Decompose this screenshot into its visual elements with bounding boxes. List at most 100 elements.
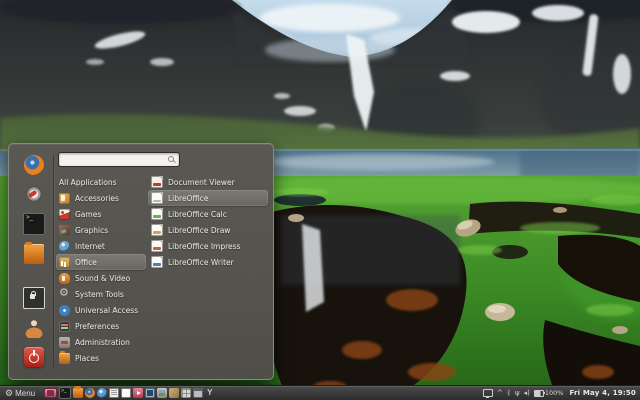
user-icon [24, 318, 44, 338]
image-viewer-icon [157, 388, 167, 398]
category-item-system-tools[interactable]: System Tools [56, 286, 146, 302]
universal-access-icon [59, 305, 70, 316]
writer-icon [151, 256, 163, 268]
notifications-caret-icon[interactable]: ^ [497, 387, 503, 399]
category-item-all-applications[interactable]: All Applications [56, 174, 146, 190]
firefox-icon [24, 155, 44, 175]
system-tools-icon [59, 289, 70, 300]
calc-icon [151, 208, 163, 220]
folder-icon [24, 244, 44, 264]
launcher-firefox[interactable] [85, 388, 95, 398]
display-tray-icon[interactable] [483, 389, 493, 397]
bottom-panel: ⚙ Menu ^ ᛒ ψ ◂) [0, 385, 640, 400]
office-icon [59, 257, 70, 268]
accessories-icon [59, 193, 70, 204]
document-viewer-icon [151, 176, 163, 188]
network-icon[interactable]: ψ [515, 387, 520, 399]
search-box[interactable] [58, 152, 180, 167]
packages-icon [169, 388, 179, 398]
launcher-show-desktop[interactable] [44, 388, 57, 398]
category-item-graphics[interactable]: Graphics [56, 222, 146, 238]
launcher-packages[interactable] [169, 388, 179, 398]
sidebar-button-lock-screen[interactable] [22, 287, 46, 309]
category-item-internet[interactable]: Internet [56, 238, 146, 254]
category-list: All Applications Accessories Games Graph… [56, 174, 146, 366]
impress-icon [151, 240, 163, 252]
app-item-libreoffice-draw[interactable]: LibreOffice Draw [148, 222, 268, 238]
places-icon [59, 353, 70, 364]
menu-button-label: Menu [15, 389, 35, 398]
category-item-games[interactable]: Games [56, 206, 146, 222]
category-item-sound-video[interactable]: Sound & Video [56, 270, 146, 286]
terminal-icon [23, 213, 45, 235]
libreoffice-icon [151, 192, 163, 204]
folder-icon [73, 388, 83, 398]
bluetooth-icon[interactable]: ᛒ [507, 387, 511, 399]
clock[interactable]: Fri May 4, 19:50 [567, 389, 636, 397]
launcher-file-manager[interactable] [73, 388, 83, 398]
show-desktop-icon [44, 388, 57, 398]
administration-icon [59, 337, 70, 348]
category-item-office[interactable]: Office [56, 254, 146, 270]
sidebar-button-file-manager[interactable] [22, 244, 46, 264]
launcher-document[interactable] [121, 388, 131, 398]
launcher-settings-grid[interactable] [181, 388, 191, 398]
media-player-icon [133, 388, 143, 398]
system-tray: ^ ᛒ ψ ◂) 100% Fri May 4, 19:50 [483, 387, 640, 399]
battery-indicator[interactable]: 100% [534, 389, 564, 397]
launcher-monitor[interactable] [145, 388, 155, 398]
launcher-network[interactable] [205, 388, 215, 398]
volume-icon[interactable]: ◂) [524, 387, 530, 399]
document-icon [121, 388, 131, 398]
category-item-accessories[interactable]: Accessories [56, 190, 146, 206]
search-input[interactable] [59, 154, 168, 165]
launcher-text-editor[interactable] [109, 388, 119, 398]
sound-icon [59, 273, 70, 284]
launcher-media-player[interactable] [133, 388, 143, 398]
launcher-terminal[interactable] [59, 387, 71, 399]
menu-main-area: All Applications Accessories Games Graph… [56, 151, 268, 374]
app-item-libreoffice-writer[interactable]: LibreOffice Writer [148, 254, 268, 270]
sidebar-button-software-manager[interactable] [22, 184, 46, 204]
category-item-universal-access[interactable]: Universal Access [56, 302, 146, 318]
app-item-libreoffice-calc[interactable]: LibreOffice Calc [148, 206, 268, 222]
window-list-icon [193, 388, 203, 398]
category-item-preferences[interactable]: Preferences [56, 318, 146, 334]
draw-icon [151, 224, 163, 236]
software-manager-icon [24, 184, 44, 204]
launcher-window-list[interactable] [193, 388, 203, 398]
application-menu: All Applications Accessories Games Graph… [8, 143, 274, 380]
category-item-administration[interactable]: Administration [56, 334, 146, 350]
sidebar-button-firefox[interactable] [22, 155, 46, 175]
app-item-libreoffice[interactable]: LibreOffice [148, 190, 268, 206]
sidebar-button-terminal[interactable] [22, 213, 46, 235]
battery-percent: 100% [545, 389, 564, 397]
app-item-document-viewer[interactable]: Document Viewer [148, 174, 268, 190]
preferences-icon [59, 321, 70, 332]
sidebar-button-logout[interactable] [22, 318, 46, 338]
games-icon [59, 209, 70, 220]
settings-grid-icon [181, 388, 191, 398]
terminal-icon [59, 387, 71, 399]
panel-launchers [44, 387, 215, 399]
category-item-places[interactable]: Places [56, 350, 146, 366]
launcher-image-viewer[interactable] [157, 388, 167, 398]
network-y-icon [205, 388, 215, 398]
web-browser-icon [97, 388, 107, 398]
menu-button[interactable]: ⚙ Menu [3, 388, 37, 398]
application-list: Document Viewer LibreOffice LibreOffice … [148, 174, 268, 270]
internet-icon [59, 241, 70, 252]
panel-left: ⚙ Menu [0, 387, 215, 399]
desktop: All Applications Accessories Games Graph… [0, 0, 640, 400]
sidebar-button-shutdown[interactable] [22, 347, 46, 367]
search-icon [168, 156, 175, 163]
menu-favorites-sidebar [15, 155, 54, 367]
battery-icon [534, 390, 544, 397]
app-item-libreoffice-impress[interactable]: LibreOffice Impress [148, 238, 268, 254]
text-editor-icon [109, 388, 119, 398]
launcher-web-browser[interactable] [97, 388, 107, 398]
lock-icon [23, 287, 45, 309]
menu-gear-icon: ⚙ [5, 388, 13, 398]
graphics-icon [59, 225, 70, 236]
monitor-icon [145, 388, 155, 398]
